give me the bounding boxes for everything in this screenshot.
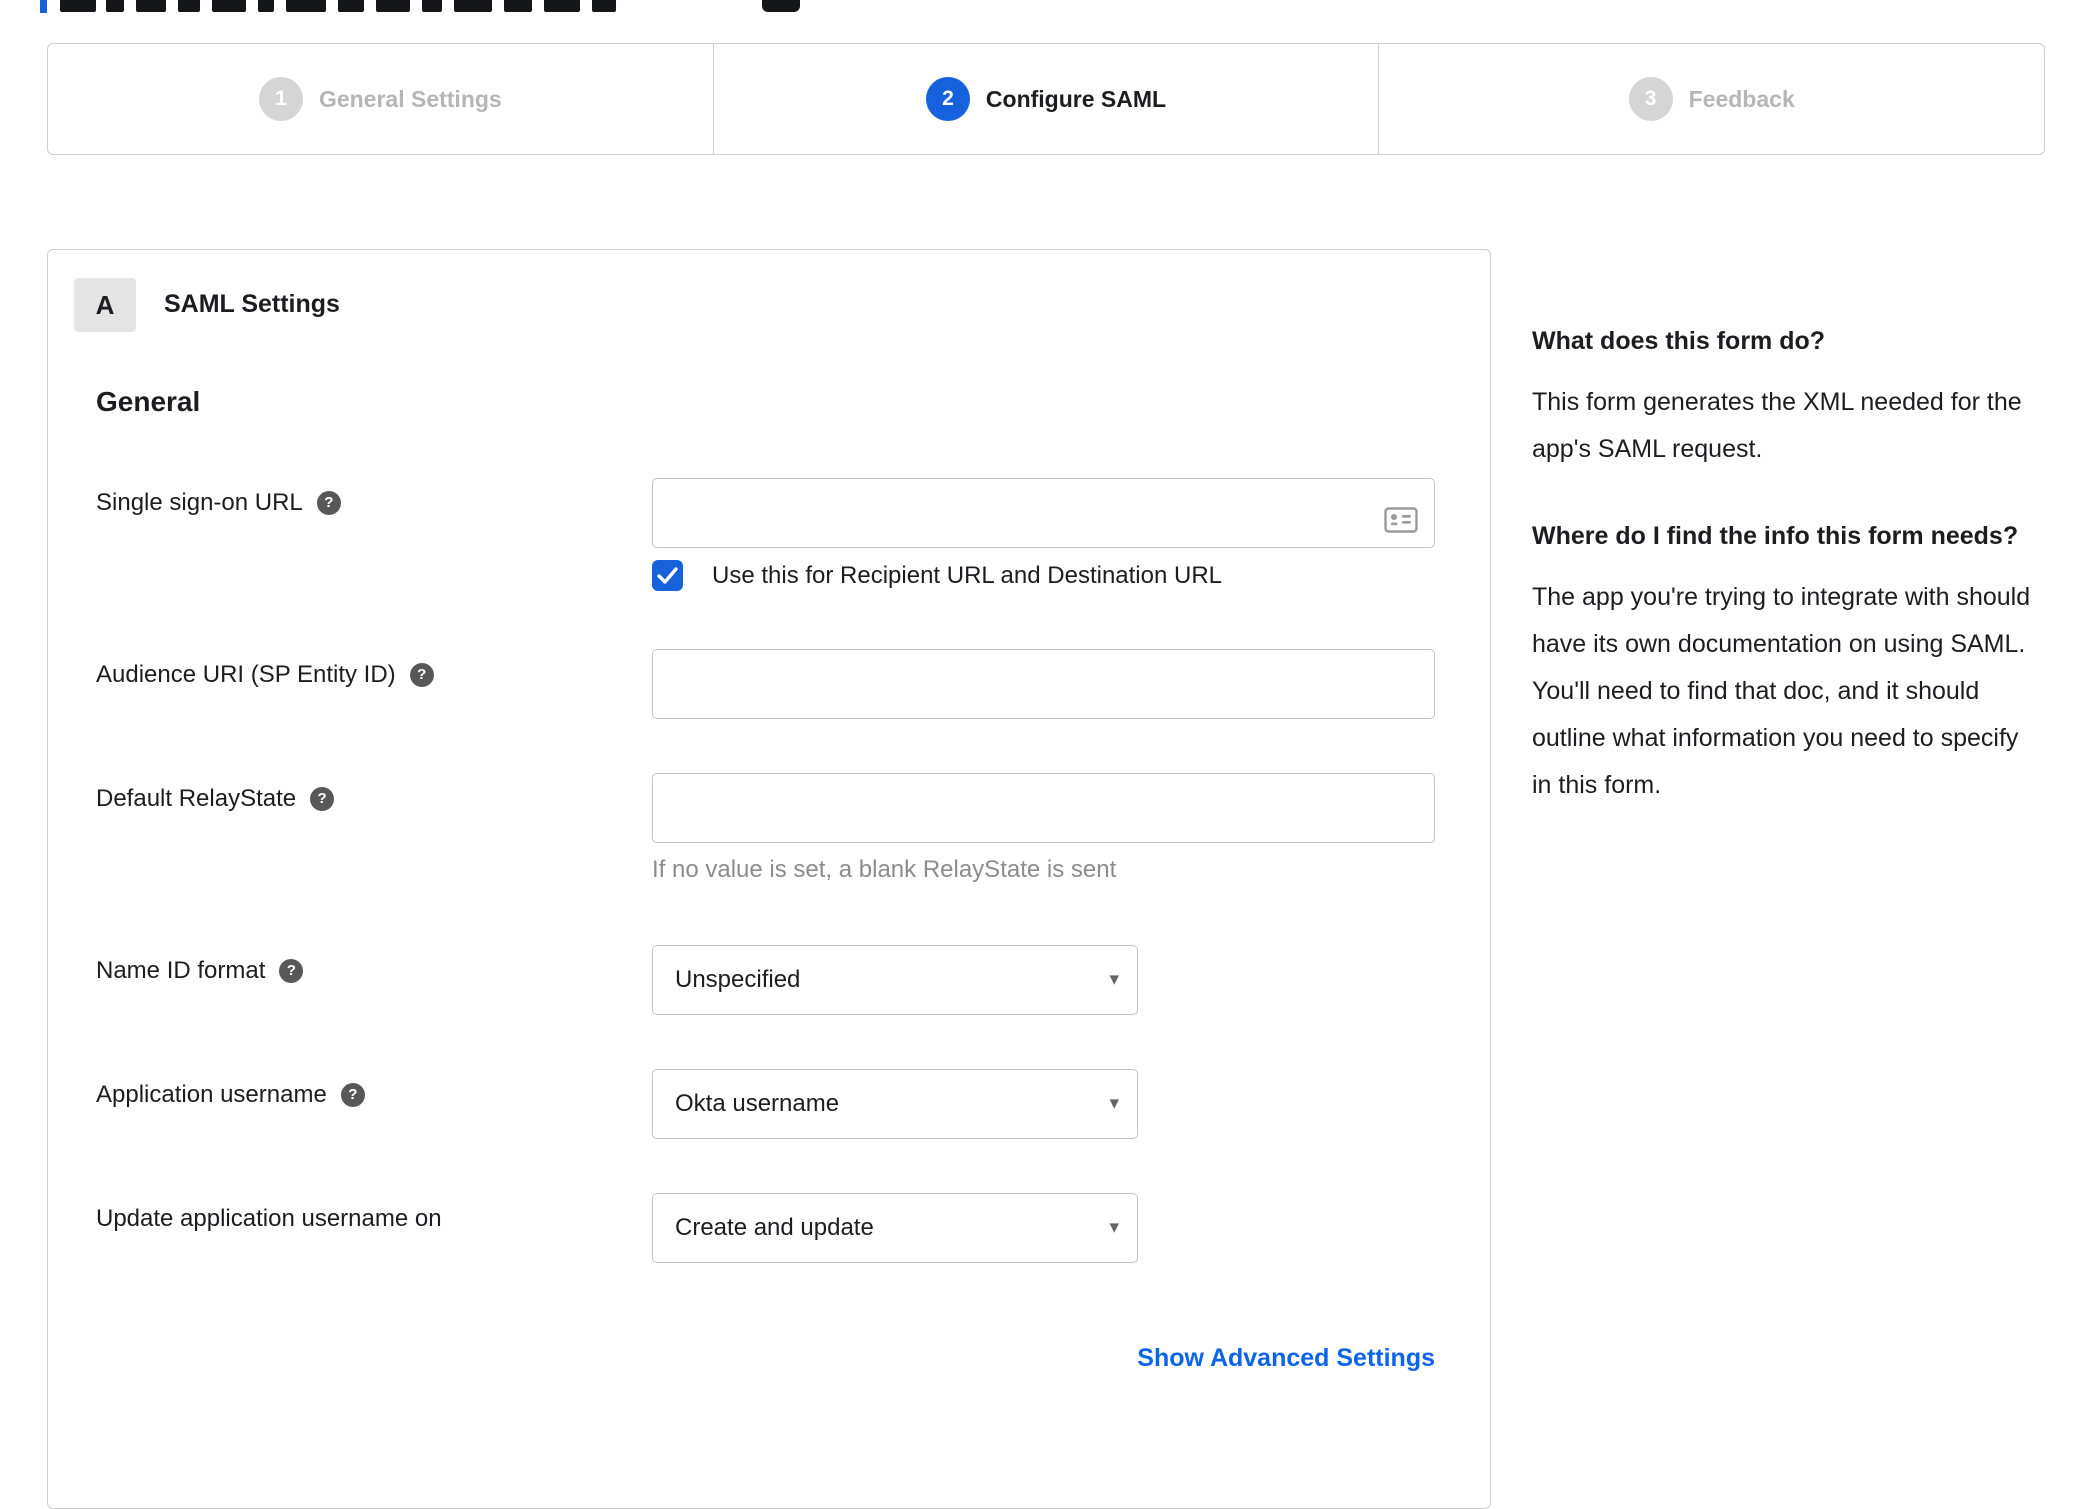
step-configure-saml[interactable]: 2 Configure SAML <box>712 44 1379 154</box>
recipient-url-checkbox[interactable] <box>652 560 683 591</box>
label-text: Name ID format <box>96 957 266 984</box>
sidebar-heading-where: Where do I find the info this form needs… <box>1532 522 2019 550</box>
step-3-label: Feedback <box>1688 85 1795 112</box>
label-single-sign-on-url: Single sign-on URL ? <box>96 488 341 518</box>
default-relaystate-input[interactable] <box>652 773 1435 843</box>
update-application-username-select[interactable]: Create and update ▾ <box>652 1193 1138 1263</box>
recipient-url-checkbox-label[interactable]: Use this for Recipient URL and Destinati… <box>712 560 1222 591</box>
step-general-settings[interactable]: 1 General Settings <box>48 44 713 154</box>
relaystate-hint: If no value is set, a blank RelayState i… <box>652 856 1117 883</box>
checkmark-icon <box>657 567 678 584</box>
select-value: Create and update <box>675 1214 874 1241</box>
step-2-label: Configure SAML <box>985 85 1167 112</box>
help-icon[interactable]: ? <box>409 663 434 687</box>
contact-card-icon[interactable] <box>1384 507 1418 533</box>
label-text: Update application username on <box>96 1205 442 1232</box>
label-default-relaystate: Default RelayState ? <box>96 784 335 814</box>
saml-settings-panel: A SAML Settings General Single sign-on U… <box>47 249 1491 1509</box>
label-audience-uri: Audience URI (SP Entity ID) ? <box>96 660 434 690</box>
caret-down-icon: ▾ <box>1109 1093 1119 1115</box>
name-id-format-select[interactable]: Unspecified ▾ <box>652 945 1138 1015</box>
wizard-stepper: 1 General Settings 2 Configure SAML 3 Fe… <box>47 43 2045 155</box>
select-value: Okta username <box>675 1090 840 1117</box>
sidebar-body-what: This form generates the XML needed for t… <box>1532 388 2022 463</box>
help-sidebar: What does this form do? This form genera… <box>1532 318 2037 849</box>
help-icon[interactable]: ? <box>310 787 335 811</box>
step-2-circle: 2 <box>925 77 970 121</box>
clipped-gear-icon <box>762 0 800 12</box>
label-text: Application username <box>96 1081 327 1108</box>
show-advanced-settings-link[interactable]: Show Advanced Settings <box>1137 1344 1435 1372</box>
step-1-circle: 1 <box>258 77 303 121</box>
step-feedback[interactable]: 3 Feedback <box>1378 44 2044 154</box>
section-heading-general: General <box>96 386 201 417</box>
select-value: Unspecified <box>675 966 801 993</box>
advanced-settings-row: Show Advanced Settings <box>652 1344 1435 1373</box>
clipped-page-title <box>40 0 940 13</box>
help-icon[interactable]: ? <box>316 491 341 515</box>
section-a-badge: A <box>74 278 136 332</box>
step-3-circle: 3 <box>1628 77 1673 121</box>
help-icon[interactable]: ? <box>279 959 304 983</box>
step-1-label: General Settings <box>318 85 502 112</box>
label-update-application-username: Update application username on <box>96 1204 442 1234</box>
label-name-id-format: Name ID format ? <box>96 956 304 986</box>
label-text: Single sign-on URL <box>96 489 303 516</box>
label-text: Audience URI (SP Entity ID) <box>96 661 396 688</box>
label-text: Default RelayState <box>96 785 297 812</box>
audience-uri-input[interactable] <box>652 649 1435 719</box>
single-sign-on-url-input[interactable] <box>652 478 1435 548</box>
sidebar-heading-what: What does this form do? <box>1532 327 1826 355</box>
label-application-username: Application username ? <box>96 1080 365 1110</box>
caret-down-icon: ▾ <box>1109 969 1119 991</box>
help-icon[interactable]: ? <box>340 1083 365 1107</box>
panel-title: SAML Settings <box>164 290 340 318</box>
caret-down-icon: ▾ <box>1109 1217 1119 1239</box>
clipped-cursor-bar <box>40 0 47 13</box>
application-username-select[interactable]: Okta username ▾ <box>652 1069 1138 1139</box>
sidebar-body-where: The app you're trying to integrate with … <box>1532 583 2031 799</box>
